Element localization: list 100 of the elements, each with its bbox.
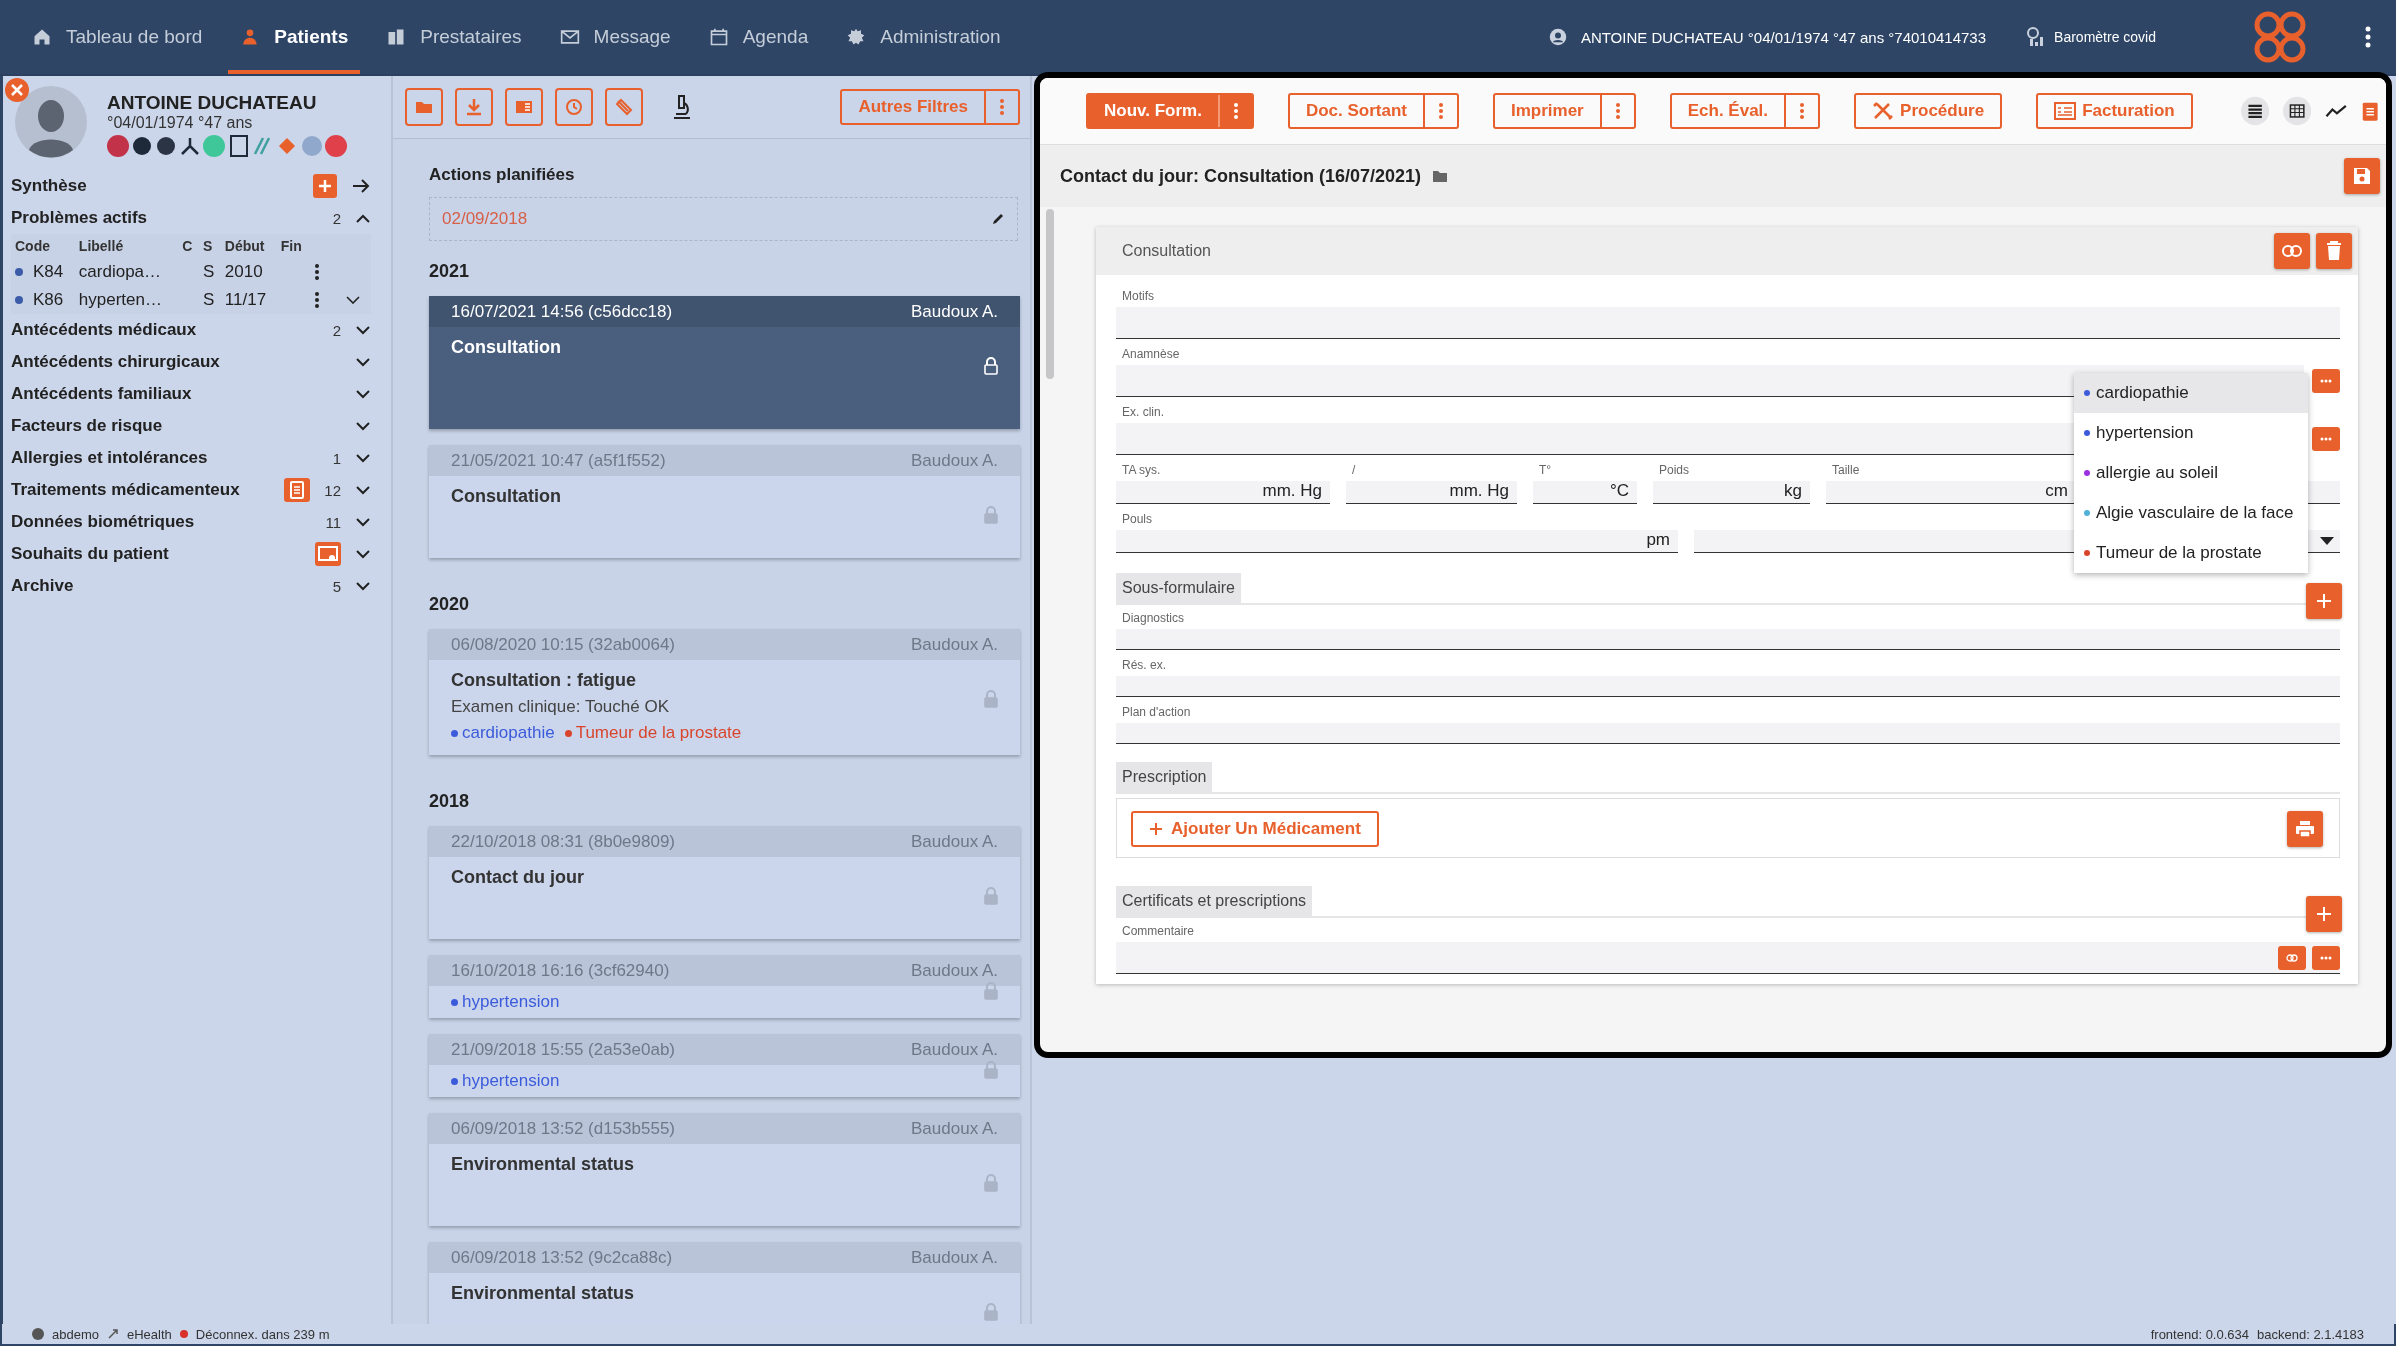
table-cell: cardiopa… [74,258,179,286]
number-field[interactable]: kg [1653,481,1810,504]
plus-icon [2316,906,2332,922]
text-field[interactable] [1116,942,2340,974]
envelope-icon [559,27,580,47]
bullet-icon [451,998,458,1006]
field-label: Ex. clin. [1121,404,1165,421]
more-icon[interactable] [313,291,320,309]
delete-button[interactable] [2316,233,2352,269]
entry-author: Baudoux A. [911,634,998,655]
field-label: Rés. ex. [1121,657,1167,674]
chevron-down-icon[interactable] [355,453,371,463]
section-title[interactable]: Archive [11,576,319,596]
chevron-down-icon[interactable] [355,357,371,367]
add-button[interactable] [313,174,337,198]
invoice-icon [2054,102,2077,120]
journal-entry-card[interactable]: 06/08/2020 10:15 (32ab0064) Baudoux A. Consultation : fatigue Examen clinique: Touché OK cardiopathie Tumeur de la prostate [429,629,1020,755]
link-button[interactable] [2274,233,2310,269]
section-title[interactable]: Problèmes actifs [11,208,319,228]
add-button[interactable] [2306,896,2342,932]
book-button[interactable] [505,88,543,126]
nav-tab[interactable]: Prestataires [374,0,534,74]
microscope-icon[interactable] [671,94,693,120]
text-field[interactable] [1116,629,2340,650]
text-field[interactable] [1116,723,2340,744]
kebab-icon [1232,102,1239,120]
more-button[interactable] [2312,946,2340,970]
nav-tab[interactable]: Agenda [696,0,821,74]
section-title[interactable]: Allergies et intolérances [11,448,319,468]
entry-title: Consultation [451,337,562,358]
entry-title: Consultation [451,486,562,507]
chevron-down-icon[interactable] [355,421,371,431]
entry-author: Baudoux A. [911,1039,998,1060]
table-cell: 11/17 [220,286,277,314]
add-button[interactable] [2306,583,2342,619]
column-header: Libellé [74,234,179,258]
section-title[interactable]: Données biométriques [11,512,312,532]
chevron-down-icon[interactable] [355,549,371,559]
nav-tab[interactable]: Message [547,0,683,74]
dropdown-option[interactable]: Tumeur de la prostate [2074,533,2308,573]
column-header: Début [220,234,277,258]
field-label: Plan d'action [1121,704,1192,721]
problem-tag[interactable]: hypertension [451,992,560,1012]
journal-entry-card[interactable]: 06/09/2018 13:52 (9c2ca88c) Baudoux A. Environmental status [429,1242,1020,1324]
lock-icon [984,506,998,524]
section-title[interactable]: Antécédents chirurgicaux [11,352,341,372]
chevron-up-icon[interactable] [355,213,371,223]
close-icon[interactable] [5,78,29,102]
link-button[interactable] [2278,946,2306,970]
building-icon [386,27,407,47]
certificate-button[interactable] [315,542,341,566]
scrollbar[interactable] [1046,209,1054,379]
clipboard-button[interactable] [284,478,311,502]
save-button[interactable] [2344,158,2380,194]
problem-tag[interactable]: cardiopathie [451,723,555,743]
journal-entry-card[interactable]: 16/07/2021 14:56 (c56dcc18) Baudoux A. Consultation [429,296,1020,429]
dropdown-option[interactable]: cardiopathie [2074,373,2308,413]
chevron-down-icon[interactable] [355,325,371,335]
number-field[interactable]: °C [1533,481,1637,504]
chevron-down-icon[interactable] [355,485,371,495]
table-cell: S [198,258,221,286]
number-field[interactable]: mm. Hg [1116,481,1330,504]
entry-author: Baudoux A. [911,831,998,852]
number-field[interactable]: mm. Hg [1346,481,1517,504]
text-field[interactable] [1116,676,2340,697]
journal-entry-card[interactable]: 06/09/2018 13:52 (d153b555) Baudoux A. Environmental status [429,1113,1020,1226]
journal-entry-card[interactable]: 21/05/2021 10:47 (a5f1f552) Baudoux A. Consultation [429,445,1020,558]
chevron-down-icon[interactable] [355,581,371,591]
journal-entry-card[interactable]: 22/10/2018 08:31 (8b0e9809) Baudoux A. Contact du jour [429,826,1020,939]
section-title[interactable]: Antécédents familiaux [11,384,341,404]
entry-title: Consultation : fatigue [451,670,637,691]
field-label: Motifs [1121,288,1155,305]
journal-entry-card[interactable]: 16/10/2018 16:16 (3cf62940) Baudoux A. hypertension [429,955,1020,1018]
text-field[interactable] [1116,307,2340,339]
journal-entry-card[interactable]: 21/09/2018 15:55 (2a53e0ab) Baudoux A. hypertension [429,1034,1020,1097]
section-title[interactable]: Antécédents médicaux [11,320,319,340]
section-title[interactable]: Facteurs de risque [11,416,341,436]
section-title[interactable]: Traitements médicamenteux [11,480,271,500]
more-icon[interactable] [313,263,320,281]
more-button[interactable] [2312,369,2340,393]
menu-icon[interactable] [2364,25,2372,49]
table-cell: K86 [33,290,64,310]
dropdown-option[interactable]: allergie au soleil [2074,453,2308,493]
section-title[interactable]: Souhaits du patient [11,544,301,564]
chevron-down-icon[interactable] [355,517,371,527]
print-button[interactable] [2287,811,2323,847]
problem-tag[interactable]: hypertension [451,1071,560,1091]
gear-icon [846,27,867,47]
nav-tab[interactable]: Administration [834,0,1013,74]
barometer-link[interactable]: Baromètre covid [2054,29,2156,45]
dropdown-option[interactable]: Algie vasculaire de la face [2074,493,2308,533]
chevron-down-icon[interactable] [355,389,371,399]
edit-icon[interactable] [991,212,1005,226]
dropdown-option[interactable]: hypertension [2074,413,2308,453]
nav-tab[interactable]: Tableau de bord [20,0,215,74]
more-button[interactable] [2312,427,2340,451]
lock-icon [984,982,998,1000]
number-field[interactable]: pm [1116,530,1678,553]
chevron-down-icon[interactable] [345,296,360,304]
ellipsis-icon [2320,956,2332,960]
